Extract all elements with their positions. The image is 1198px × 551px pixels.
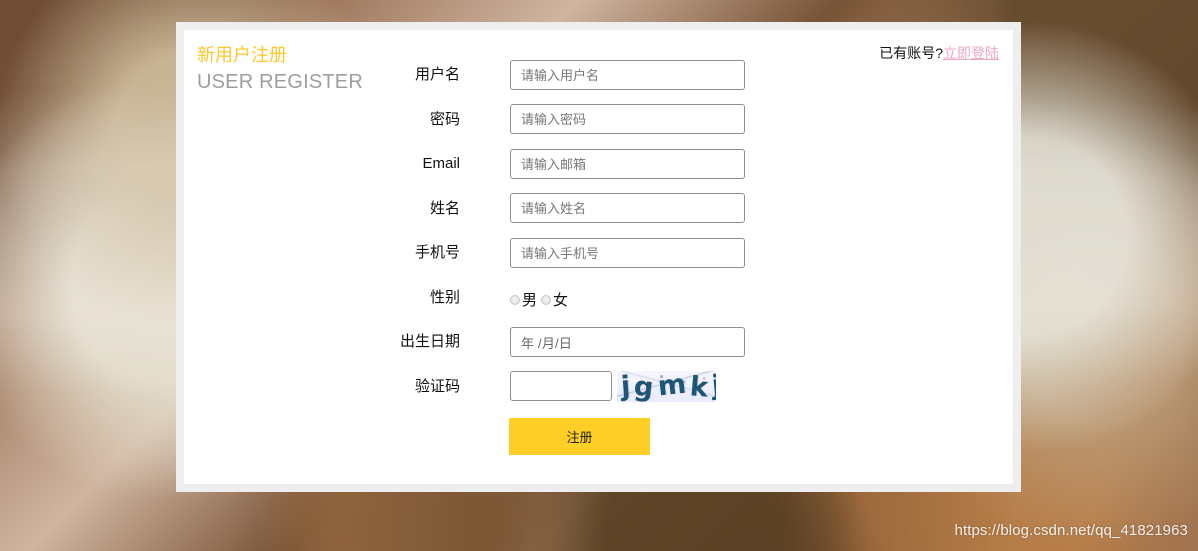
- male-radio-icon[interactable]: [510, 295, 520, 305]
- captcha-char-2: g: [632, 371, 657, 402]
- gender-female-label: 女: [553, 291, 569, 309]
- birthdate-input[interactable]: [510, 327, 745, 357]
- email-label: Email: [422, 155, 460, 172]
- captcha-char-3: m: [655, 371, 689, 402]
- captcha-char-5: j: [710, 371, 716, 402]
- login-prompt: 已有账号?立即登陆: [879, 46, 999, 60]
- username-input[interactable]: [510, 60, 745, 90]
- captcha-input[interactable]: [510, 371, 612, 401]
- gender-label: 性别: [429, 289, 460, 306]
- email-input[interactable]: [510, 149, 745, 179]
- gender-option-male[interactable]: 男: [510, 293, 537, 308]
- captcha-image-text: j g m k j: [619, 371, 716, 402]
- register-title-en: USER REGISTER: [197, 71, 363, 93]
- register-title-cn: 新用户注册: [197, 45, 287, 65]
- phone-label: 手机号: [414, 244, 460, 261]
- female-radio-icon[interactable]: [541, 295, 552, 305]
- gender-group: 男 女: [510, 290, 568, 310]
- watermark-url: https://blog.csdn.net/qq_41821963: [954, 522, 1188, 539]
- password-label: 密码: [429, 111, 460, 128]
- captcha-image[interactable]: j g m k j: [617, 371, 716, 402]
- birthdate-label: 出生日期: [399, 333, 460, 350]
- gender-option-female[interactable]: 女: [541, 293, 568, 308]
- captcha-char-1: j: [619, 371, 633, 402]
- username-label: 用户名: [414, 66, 460, 83]
- login-link[interactable]: 立即登陆: [943, 45, 999, 61]
- gender-male-label: 男: [522, 291, 538, 309]
- captcha-char-4: k: [688, 371, 710, 402]
- register-button[interactable]: 注册: [509, 418, 650, 455]
- register-card: 新用户注册 USER REGISTER 已有账号?立即登陆 用户名 密码 Ema…: [176, 22, 1021, 492]
- phone-input[interactable]: [510, 238, 745, 268]
- name-label: 姓名: [429, 200, 460, 217]
- captcha-label: 验证码: [414, 378, 460, 395]
- login-prompt-text: 已有账号?: [879, 45, 943, 61]
- name-input[interactable]: [510, 193, 745, 223]
- password-input[interactable]: [510, 104, 745, 134]
